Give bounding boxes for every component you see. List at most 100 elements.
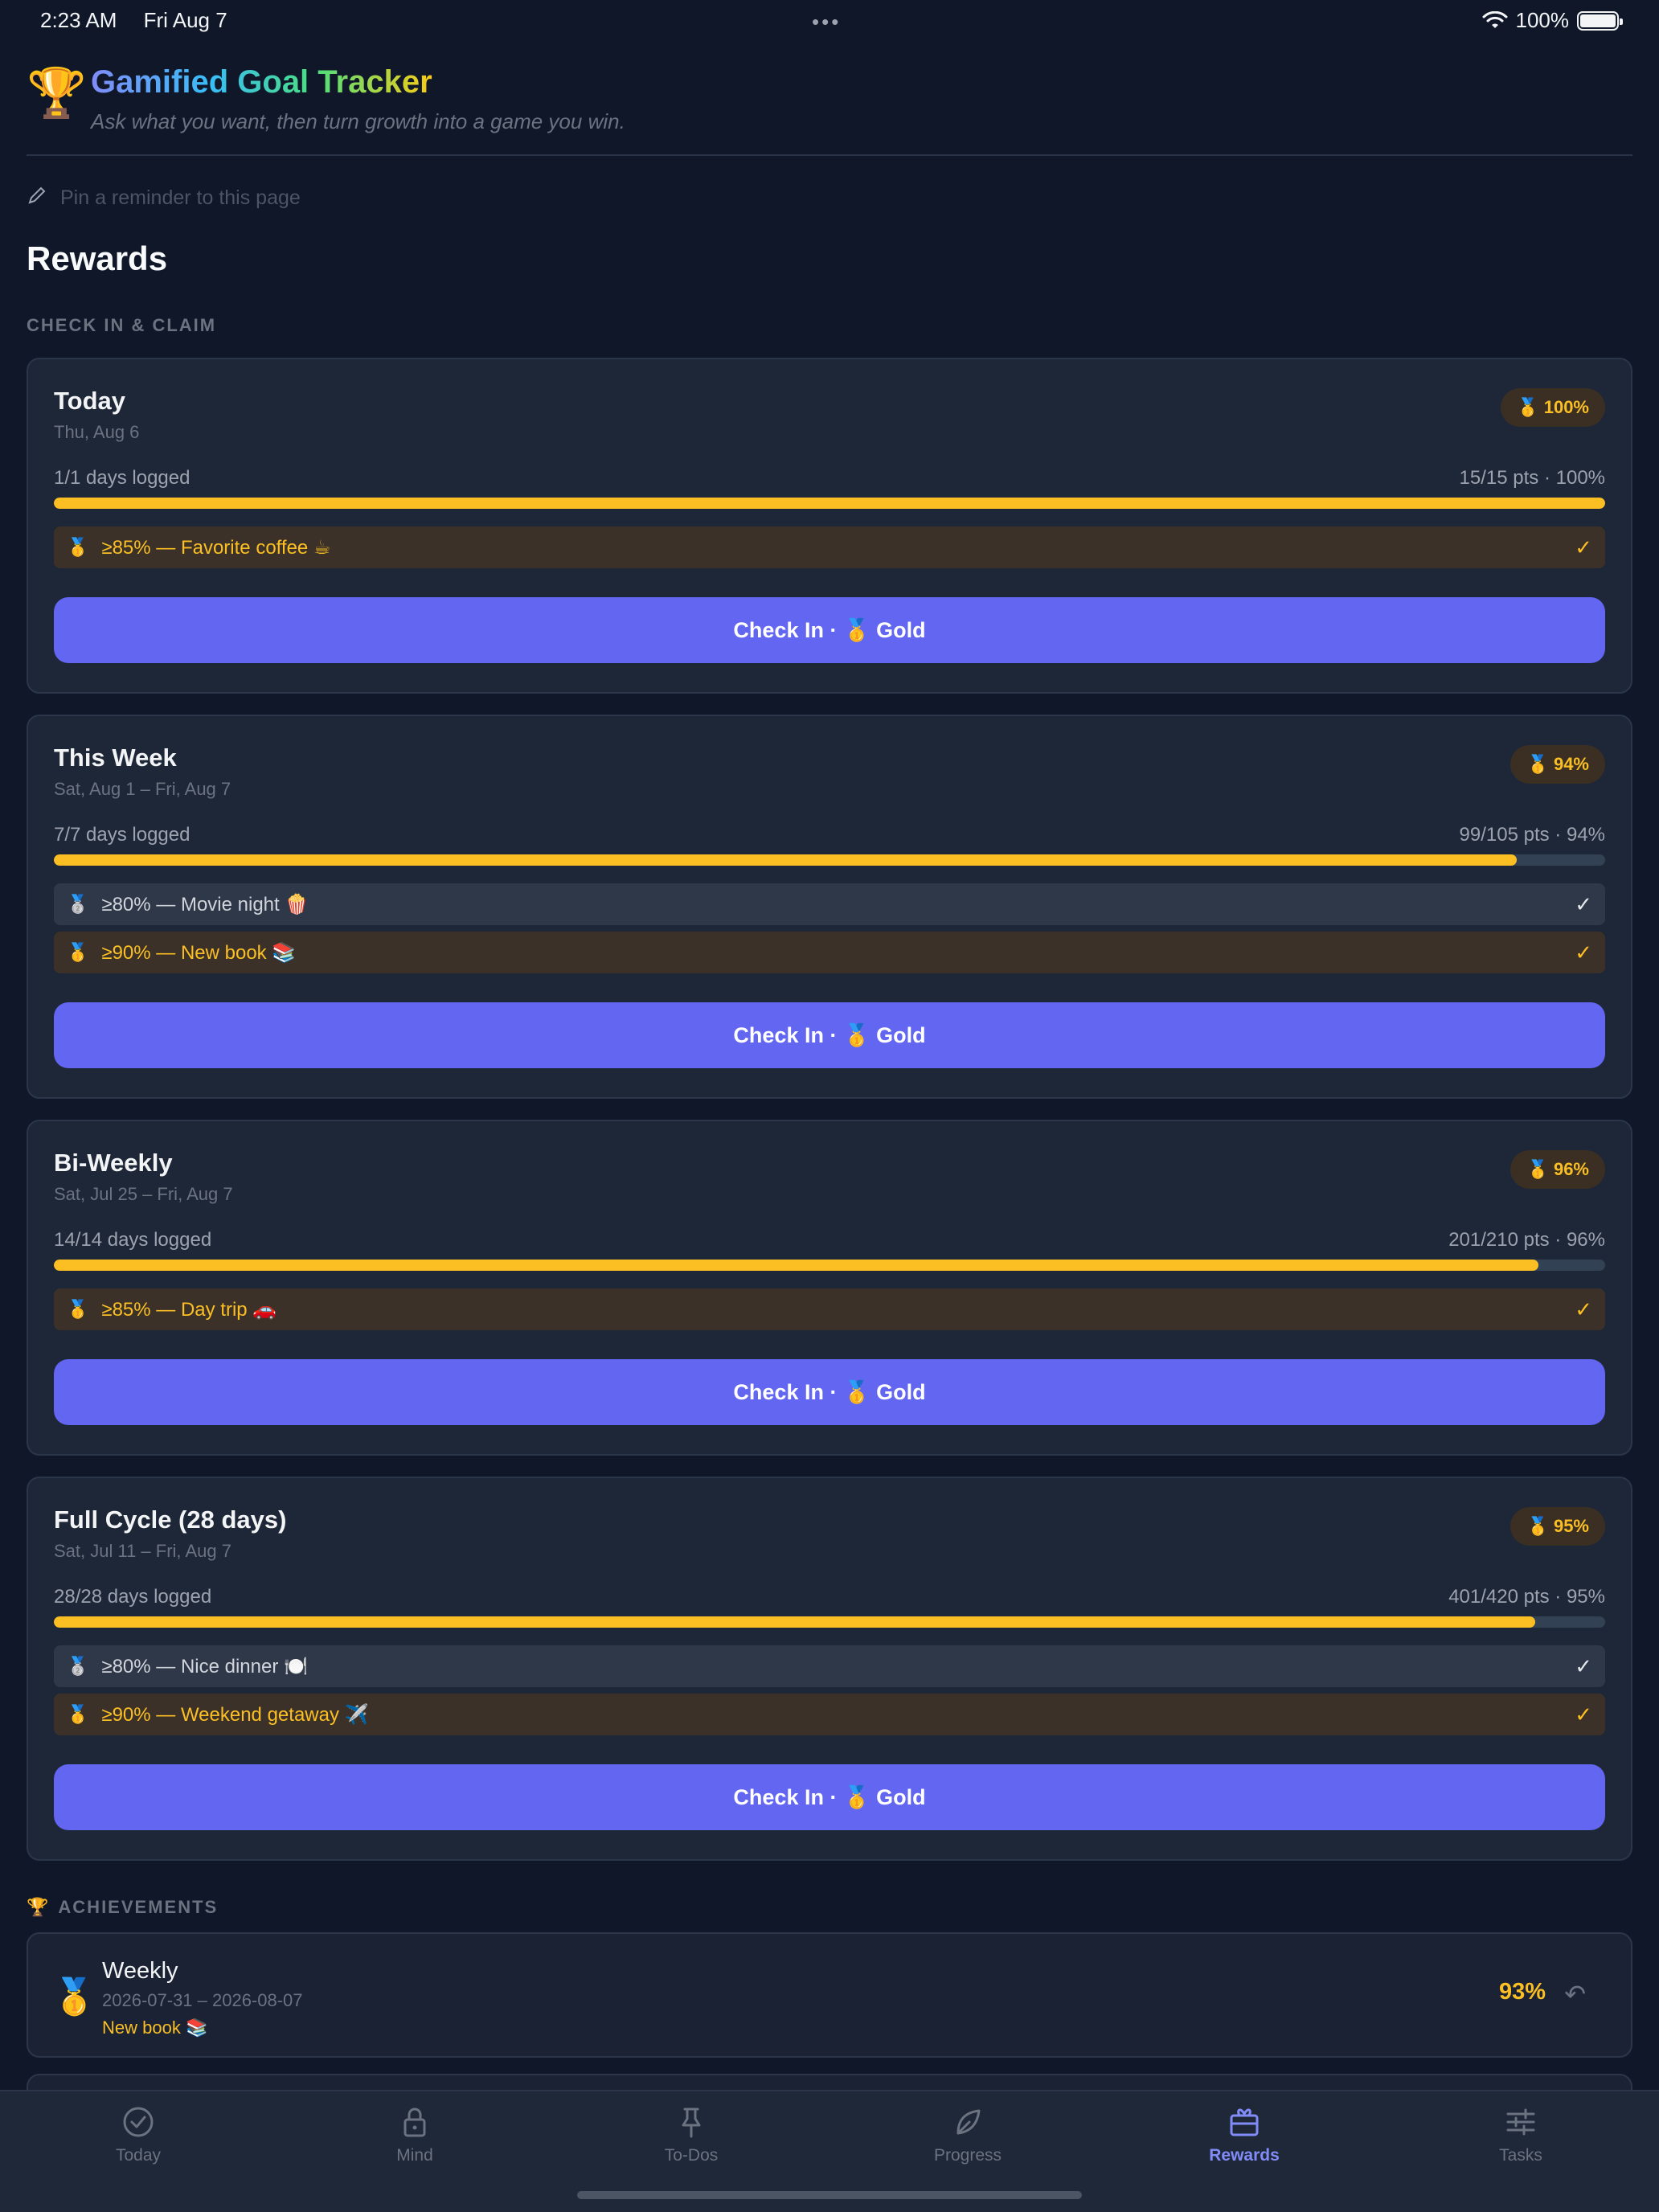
pencil-icon — [27, 185, 47, 211]
status-time-date: 2:23 AM Fri Aug 7 — [40, 8, 227, 33]
medal-badge: 🥇 94% — [1510, 745, 1605, 784]
silver-medal-icon: 🥈 — [67, 1656, 89, 1676]
progress-bar — [54, 498, 1605, 509]
gold-medal-icon: 🥇 — [52, 1977, 96, 2017]
points-summary: 99/105 pts · 94% — [1459, 824, 1605, 846]
status-time: 2:23 AM — [40, 8, 117, 32]
card-date: Sat, Jul 25 – Fri, Aug 7 — [54, 1184, 233, 1204]
tab-label: Progress — [933, 2146, 1002, 2165]
reward-card-full-cycle: Full Cycle (28 days) Sat, Jul 11 – Fri, … — [27, 1477, 1632, 1861]
achievement-reward: New book 📚 — [102, 2017, 208, 2038]
check-icon: ✓ — [1575, 891, 1592, 916]
progress-bar — [54, 1260, 1605, 1271]
pin-reminder-input[interactable] — [60, 186, 784, 210]
achievements-label: ACHIEVEMENTS — [58, 1897, 219, 1917]
reward-card-today: Today Thu, Aug 6 🥇 100% 1/1 days logged … — [27, 358, 1632, 694]
card-date: Thu, Aug 6 — [54, 422, 140, 442]
days-logged: 7/7 days logged — [54, 824, 190, 846]
reward-text: ≥80% — Movie night 🍿 — [101, 893, 309, 916]
multitasking-dots-icon[interactable]: ••• — [812, 10, 841, 35]
points-summary: 15/15 pts · 100% — [1459, 467, 1605, 489]
check-in-button-today[interactable]: Check In · 🥇 Gold — [54, 597, 1605, 663]
section-label-check-in: CHECK IN & CLAIM — [27, 315, 217, 335]
days-logged: 14/14 days logged — [54, 1229, 212, 1251]
medal-badge: 🥇 96% — [1510, 1150, 1605, 1189]
reward-tier-row[interactable]: 🥈 ≥80% — Movie night 🍿 ✓ — [54, 883, 1605, 925]
battery-icon — [1577, 10, 1623, 31]
reward-text: ≥90% — New book 📚 — [101, 941, 297, 964]
trophy-icon: 🏆 — [27, 66, 87, 120]
progress-bar — [54, 854, 1605, 866]
reward-tier-row[interactable]: 🥇 ≥85% — Favorite coffee ☕ ✓ — [54, 526, 1605, 568]
progress-fill — [54, 1260, 1538, 1271]
reward-tier-row[interactable]: 🥈 ≥80% — Nice dinner 🍽️ ✓ — [54, 1645, 1605, 1687]
wifi-icon — [1482, 10, 1507, 28]
days-logged: 28/28 days logged — [54, 1586, 212, 1608]
check-in-button-week[interactable]: Check In · 🥇 Gold — [54, 1002, 1605, 1068]
section-label-achievements: 🏆 ACHIEVEMENTS — [27, 1897, 218, 1918]
medal-badge: 🥇 100% — [1501, 388, 1605, 427]
check-icon: ✓ — [1575, 940, 1592, 965]
tab-to-dos[interactable]: To-Dos — [595, 2104, 788, 2165]
card-title: This Week — [54, 743, 177, 772]
battery-percent: 100% — [1515, 8, 1570, 32]
reward-card-this-week: This Week Sat, Aug 1 – Fri, Aug 7 🥇 94% … — [27, 715, 1632, 1099]
progress-fill — [54, 498, 1605, 509]
progress-fill — [54, 854, 1517, 866]
app-tagline: Ask what you want, then turn growth into… — [91, 109, 625, 133]
tab-label: Mind — [396, 2146, 433, 2165]
check-in-button-full-cycle[interactable]: Check In · 🥇 Gold — [54, 1764, 1605, 1830]
tab-label: To-Dos — [664, 2146, 719, 2165]
tab-progress[interactable]: Progress — [871, 2104, 1064, 2165]
reward-tier-row[interactable]: 🥇 ≥90% — Weekend getaway ✈️ ✓ — [54, 1694, 1605, 1735]
points-summary: 201/210 pts · 96% — [1448, 1229, 1605, 1251]
progress-bar — [54, 1616, 1605, 1628]
gift-icon — [1230, 2108, 1259, 2136]
tab-label: Tasks — [1499, 2146, 1542, 2165]
achievement-item: 🥇 Weekly 2026-07-31 – 2026-08-07 New boo… — [27, 1932, 1632, 2058]
medal-badge: 🥇 95% — [1510, 1507, 1605, 1546]
app-title: Gamified Goal Tracker — [91, 64, 432, 100]
gold-medal-icon: 🥇 — [67, 942, 89, 962]
reward-tier-row[interactable]: 🥇 ≥90% — New book 📚 ✓ — [54, 932, 1605, 973]
home-indicator[interactable] — [577, 2191, 1082, 2199]
lock-icon — [403, 2108, 426, 2137]
app-header: 🏆 Gamified Goal Tracker Ask what you wan… — [27, 63, 1632, 156]
status-date: Fri Aug 7 — [143, 8, 227, 32]
tab-rewards[interactable]: Rewards — [1148, 2104, 1341, 2165]
progress-fill — [54, 1616, 1536, 1628]
reward-text: ≥85% — Day trip 🚗 — [101, 1298, 277, 1321]
tab-mind[interactable]: Mind — [318, 2104, 511, 2165]
sliders-icon — [1506, 2108, 1535, 2136]
tab-tasks[interactable]: Tasks — [1424, 2104, 1617, 2165]
pin-reminder-row — [27, 185, 784, 211]
silver-medal-icon: 🥈 — [67, 894, 89, 914]
achievement-percent: 93% — [1498, 1979, 1546, 2005]
card-date: Sat, Jul 11 – Fri, Aug 7 — [54, 1541, 231, 1561]
check-circle-icon — [123, 2107, 154, 2137]
check-icon: ✓ — [1575, 1653, 1592, 1678]
check-icon: ✓ — [1575, 1296, 1592, 1321]
reward-tier-row[interactable]: 🥇 ≥85% — Day trip 🚗 ✓ — [54, 1288, 1605, 1330]
leaf-icon — [956, 2109, 981, 2135]
days-logged: 1/1 days logged — [54, 467, 190, 489]
reward-text: ≥90% — Weekend getaway ✈️ — [101, 1703, 369, 1726]
tab-today[interactable]: Today — [42, 2104, 235, 2165]
tab-bar: Today Mind To-Dos Progress Rewards Tasks — [0, 2090, 1659, 2212]
gold-medal-icon: 🥇 — [67, 1704, 89, 1724]
gold-medal-icon: 🥇 — [67, 1299, 89, 1319]
check-in-button-bi-weekly[interactable]: Check In · 🥇 Gold — [54, 1359, 1605, 1425]
achievement-title: Weekly — [102, 1958, 178, 1984]
tab-label: Today — [115, 2146, 162, 2165]
card-date: Sat, Aug 1 – Fri, Aug 7 — [54, 779, 231, 799]
pin-icon — [682, 2108, 701, 2138]
trophy-icon: 🏆 — [27, 1897, 51, 1917]
check-icon: ✓ — [1575, 535, 1592, 559]
reward-text: ≥85% — Favorite coffee ☕ — [101, 536, 331, 559]
achievement-dates: 2026-07-31 – 2026-08-07 — [102, 1990, 303, 2010]
gold-medal-icon: 🥇 — [67, 537, 89, 557]
status-bar: 2:23 AM Fri Aug 7 ••• 100% — [0, 0, 1659, 40]
undo-icon[interactable]: ↶ — [1564, 1979, 1586, 2009]
card-title: Full Cycle (28 days) — [54, 1505, 287, 1534]
status-indicators: 100% — [1482, 8, 1623, 33]
